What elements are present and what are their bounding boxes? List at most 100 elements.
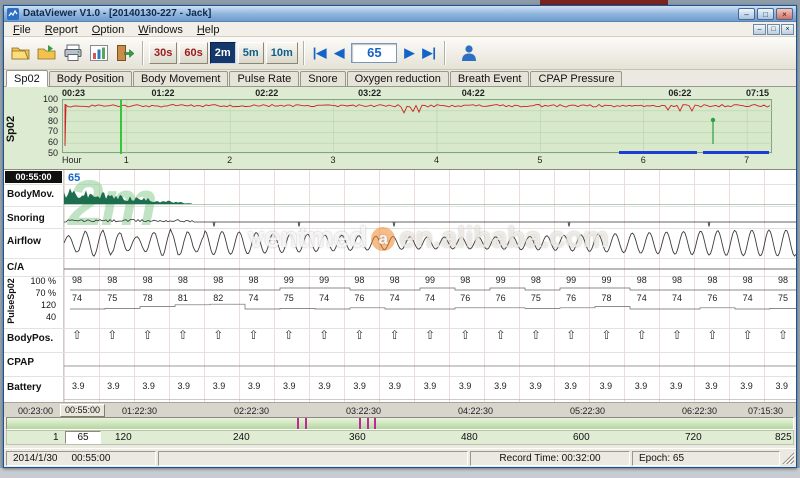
pulse-value: 76 [496, 293, 506, 303]
waveform-plot-area[interactable]: 2m [64, 170, 796, 403]
timeline-current-box[interactable]: 00:55:00 [60, 404, 105, 417]
waveform-panel: 00:55:00 BodyMov. Snoring Airflow C/A Pu… [4, 169, 796, 402]
export-icon [115, 44, 135, 62]
timeline-label: 07:15:30 [748, 406, 783, 416]
epoch-tick: 480 [461, 432, 478, 443]
spo2-value: 98 [178, 275, 188, 285]
body-position-arrow-icon: ⇧ [425, 328, 435, 342]
hour-tick: 4 [434, 155, 439, 165]
next-epoch-button[interactable]: ▶ [400, 42, 418, 64]
epoch-ruler[interactable] [6, 417, 794, 430]
body-position-arrow-icon: ⇧ [390, 328, 400, 342]
epoch-input[interactable]: 65 [351, 43, 397, 63]
interval-button-2m[interactable]: 2m [210, 42, 236, 64]
close-button[interactable]: × [776, 8, 793, 20]
body-position-arrow-icon: ⇧ [637, 328, 647, 342]
body-position-row: ⇧⇧⇧⇧⇧⇧⇧⇧⇧⇧⇧⇧⇧⇧⇧⇧⇧⇧⇧⇧⇧ [64, 328, 796, 342]
battery-value: 3.9 [459, 381, 472, 391]
tab-sp02[interactable]: Sp02 [6, 70, 48, 87]
open-file-button[interactable] [8, 40, 34, 66]
timeline-strip[interactable]: 00:23:0000:55:0001:22:3002:22:3003:22:30… [4, 402, 796, 417]
battery-value: 3.9 [705, 381, 718, 391]
hour-tick: 1 [124, 155, 129, 165]
interval-button-30s[interactable]: 30s [149, 42, 177, 64]
menu-report[interactable]: Report [38, 23, 85, 37]
body-position-arrow-icon: ⇧ [707, 328, 717, 342]
mdi-minimize-button[interactable]: – [753, 24, 766, 35]
desktop-background-bottom [0, 468, 800, 478]
patient-info-button[interactable] [456, 40, 482, 66]
import-data-button[interactable] [34, 40, 60, 66]
tab-body-position[interactable]: Body Position [49, 71, 132, 86]
tab-breath-event[interactable]: Breath Event [450, 71, 530, 86]
battery-value: 3.9 [213, 381, 226, 391]
spo2-value: 98 [248, 275, 258, 285]
epoch-number-strip[interactable]: 65 1120240360480600720825 [6, 430, 794, 445]
spo2-value: 99 [601, 275, 611, 285]
menu-option[interactable]: Option [85, 23, 131, 37]
battery-value: 3.9 [283, 381, 296, 391]
epoch-tick: 240 [233, 432, 250, 443]
first-epoch-button[interactable]: |◀ [309, 42, 331, 64]
open-file-icon [11, 44, 31, 62]
minimize-button[interactable]: – [738, 8, 755, 20]
spo2-value: 98 [672, 275, 682, 285]
interval-buttons: 30s60s2m5m10m [148, 42, 299, 64]
hour-tick: 6 [641, 155, 646, 165]
tab-body-movement[interactable]: Body Movement [133, 71, 228, 86]
epoch-position-box[interactable]: 65 [65, 431, 101, 444]
report-chart-button[interactable] [86, 40, 112, 66]
hour-tick: 5 [537, 155, 542, 165]
menu-file[interactable]: File [6, 23, 38, 37]
toolbar-separator [444, 41, 446, 65]
pulse-value: 76 [566, 293, 576, 303]
row-label-snoring: Snoring [7, 213, 45, 224]
status-epoch: Epoch: 65 [632, 451, 780, 466]
tab-oxygen-reduction[interactable]: Oxygen reduction [347, 71, 449, 86]
event-marker [305, 418, 307, 429]
nav-buttons-right: ▶▶| [400, 42, 440, 64]
prev-epoch-button[interactable]: ◀ [330, 42, 348, 64]
battery-value: 3.9 [389, 381, 402, 391]
menu-help[interactable]: Help [190, 23, 227, 37]
tab-snore[interactable]: Snore [300, 71, 345, 86]
resize-grip[interactable] [782, 452, 794, 464]
spo2-value: 98 [72, 275, 82, 285]
row-label-ca: C/A [7, 262, 24, 273]
print-button[interactable] [60, 40, 86, 66]
tab-cpap-pressure[interactable]: CPAP Pressure [530, 71, 622, 86]
overview-time-label: 01:22 [152, 88, 175, 98]
spo2-value: 98 [743, 275, 753, 285]
pulse-value: 74 [248, 293, 258, 303]
pulse-value: 74 [72, 293, 82, 303]
body-position-arrow-icon: ⇧ [778, 328, 788, 342]
maximize-button[interactable]: □ [757, 8, 774, 20]
body-position-arrow-icon: ⇧ [178, 328, 188, 342]
last-epoch-button[interactable]: ▶| [418, 42, 440, 64]
pulse-value: 74 [390, 293, 400, 303]
epoch-tick: 1 [53, 432, 59, 443]
body-position-arrow-icon: ⇧ [496, 328, 506, 342]
timeline-label: 03:22:30 [346, 406, 381, 416]
body-position-arrow-icon: ⇧ [354, 328, 364, 342]
mdi-close-button[interactable]: × [781, 24, 794, 35]
interval-button-10m[interactable]: 10m [266, 42, 298, 64]
interval-button-5m[interactable]: 5m [238, 42, 264, 64]
row-label-airflow: Airflow [7, 236, 41, 247]
event-marker [359, 418, 361, 429]
battery-value: 3.9 [353, 381, 366, 391]
tab-pulse-rate[interactable]: Pulse Rate [229, 71, 299, 86]
toolbar: 30s60s2m5m10m |◀◀ 65 ▶▶| [4, 37, 796, 70]
interval-button-60s[interactable]: 60s [179, 42, 207, 64]
overview-plot[interactable] [62, 99, 772, 153]
pulse-value: 74 [637, 293, 647, 303]
overview-ytick: 50 [30, 148, 58, 158]
epoch-tick: 825 [775, 432, 792, 443]
mdi-restore-button[interactable]: □ [767, 24, 780, 35]
current-epoch-label: 65 [68, 172, 80, 184]
spo2-value: 99 [319, 275, 329, 285]
export-button[interactable] [112, 40, 138, 66]
epoch-tick: 120 [115, 432, 132, 443]
battery-value: 3.9 [775, 381, 788, 391]
menu-windows[interactable]: Windows [131, 23, 190, 37]
